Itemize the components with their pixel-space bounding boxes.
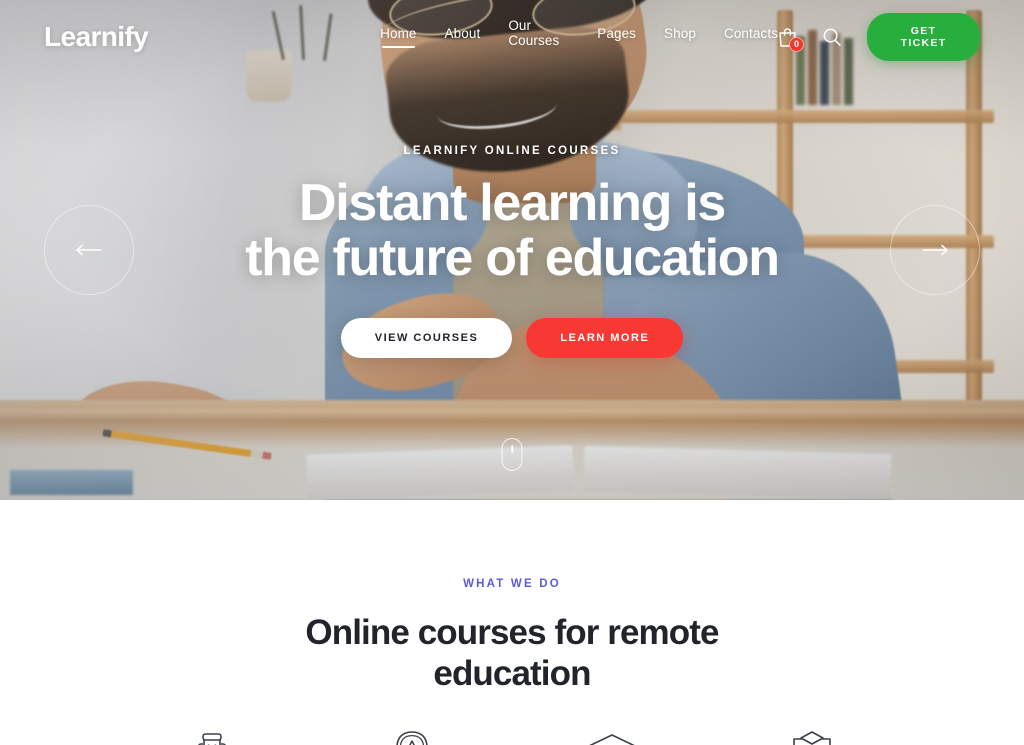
- nav-item-label: Pages: [597, 25, 637, 41]
- learn-more-button[interactable]: LEARN MORE: [526, 318, 684, 359]
- nav-item-pages[interactable]: Pages: [597, 26, 636, 49]
- header-actions: 0 GET TICKET: [778, 13, 980, 61]
- cart-button[interactable]: 0: [778, 27, 805, 52]
- hero-content: LEARNIFY ONLINE COURSES Distant learning…: [0, 145, 1024, 359]
- section-title-line-1: Online courses for remote: [305, 613, 719, 652]
- nav-item-label: Contacts: [723, 25, 779, 41]
- nav-item-label: About: [444, 25, 481, 41]
- search-icon: [823, 28, 841, 46]
- hero-title-line-1: Distant learning is: [298, 174, 726, 232]
- hero-section: Learnify Home About Our Courses Pages Sh…: [0, 0, 1024, 500]
- section-title: Online courses for remote education: [0, 612, 1024, 695]
- brand-logo[interactable]: Learnify: [44, 21, 149, 53]
- main-navigation: Home About Our Courses Pages Shop Contac…: [380, 18, 778, 56]
- nav-item-label: Home: [380, 25, 417, 41]
- arrow-right-icon: [922, 244, 948, 256]
- feature-item[interactable]: [312, 729, 512, 745]
- slider-next-button[interactable]: [890, 205, 980, 295]
- nav-item-contacts[interactable]: Contacts: [724, 26, 778, 49]
- feature-item[interactable]: [112, 729, 312, 745]
- nav-item-shop[interactable]: Shop: [664, 26, 696, 49]
- layers-clipboard-icon: [793, 730, 831, 745]
- section-title-line-2: education: [433, 654, 591, 694]
- hero-buttons: VIEW COURSES LEARN MORE: [340, 318, 684, 359]
- teacher-person-icon: [198, 732, 226, 745]
- scroll-down-indicator[interactable]: [501, 438, 523, 471]
- nav-item-our-courses[interactable]: Our Courses: [508, 18, 569, 56]
- hero-title-line-2: the future of education: [245, 229, 780, 288]
- feature-item[interactable]: [512, 729, 712, 745]
- cart-badge: 0: [789, 36, 805, 52]
- award-star-badge-icon: [396, 730, 428, 745]
- feature-icon-row: [0, 729, 1024, 745]
- landing-page: Learnify Home About Our Courses Pages Sh…: [0, 0, 1024, 745]
- nav-item-home[interactable]: Home: [380, 26, 416, 49]
- hero-eyebrow: LEARNIFY ONLINE COURSES: [403, 145, 621, 157]
- section-eyebrow: WHAT WE DO: [463, 578, 561, 590]
- nav-item-about[interactable]: About: [445, 26, 481, 49]
- search-button[interactable]: [822, 27, 842, 47]
- slider-prev-button[interactable]: [44, 205, 134, 295]
- get-ticket-button[interactable]: GET TICKET: [867, 13, 980, 61]
- graduation-cap-icon: [588, 733, 636, 745]
- what-we-do-section: WHAT WE DO Online courses for remote edu…: [0, 500, 1024, 745]
- site-header: Learnify Home About Our Courses Pages Sh…: [0, 0, 1024, 74]
- feature-item[interactable]: [712, 729, 912, 745]
- nav-item-label: Our Courses: [508, 18, 560, 48]
- arrow-left-icon: [76, 244, 102, 256]
- hero-title: Distant learning is the future of educat…: [245, 174, 780, 288]
- view-courses-button[interactable]: VIEW COURSES: [340, 318, 513, 359]
- nav-item-label: Shop: [664, 25, 696, 41]
